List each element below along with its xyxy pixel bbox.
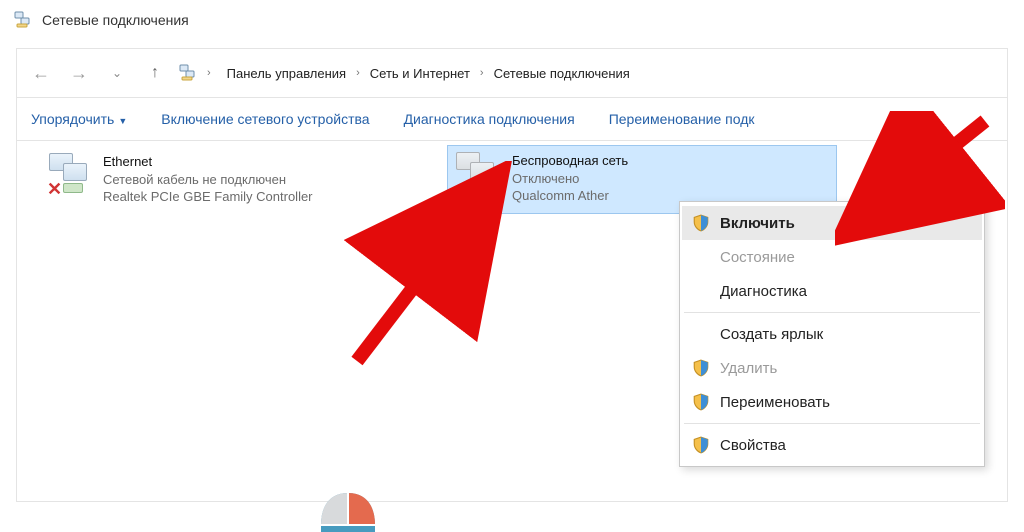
address-bar: ← → ⌄ ↑ › Панель управления › Сеть и Инт… — [16, 48, 1008, 98]
adapter-status: Сетевой кабель не подключен — [103, 171, 313, 189]
menu-item-properties[interactable]: Свойства — [682, 428, 982, 462]
blank-icon — [692, 248, 710, 266]
titlebar: Сетевые подключения — [0, 0, 1024, 40]
menu-item-create-shortcut[interactable]: Создать ярлык — [682, 317, 982, 351]
shield-icon — [692, 393, 710, 411]
diagnose-connection-button[interactable]: Диагностика подключения — [404, 111, 575, 127]
network-connections-icon — [14, 11, 32, 29]
error-x-icon: ✕ — [47, 179, 62, 200]
command-bar: Упорядочить ▼ Включение сетевого устройст… — [16, 98, 1008, 141]
adapter-status: Отключено — [512, 170, 628, 188]
blank-icon — [692, 325, 710, 343]
organize-menu[interactable]: Упорядочить ▼ — [31, 111, 127, 127]
window: Сетевые подключения ← → ⌄ ↑ › Панель упр… — [0, 0, 1024, 532]
wifi-adapter-icon — [456, 152, 500, 192]
menu-item-label: Создать ярлык — [720, 326, 823, 343]
context-menu: Включить Состояние Диагностика Создать я… — [679, 201, 985, 467]
mouse-right-click-icon — [317, 491, 379, 532]
chevron-down-icon: ▼ — [118, 116, 127, 126]
adapter-name: Беспроводная сеть — [512, 152, 628, 170]
breadcrumb-item[interactable]: Сеть и Интернет — [368, 64, 472, 83]
ethernet-adapter-icon: ✕ — [49, 153, 91, 193]
breadcrumb-item[interactable]: Сетевые подключения — [492, 64, 632, 83]
shield-icon — [692, 214, 710, 232]
menu-separator — [684, 423, 980, 424]
adapter-ethernet[interactable]: ✕ Ethernet Сетевой кабель не подключен R… — [41, 147, 449, 214]
window-title: Сетевые подключения — [42, 12, 189, 28]
back-button[interactable]: ← — [27, 59, 55, 87]
menu-item-label: Состояние — [720, 249, 795, 266]
organize-label: Упорядочить — [31, 111, 114, 127]
chevron-right-icon[interactable]: › — [480, 67, 484, 79]
menu-item-label: Диагностика — [720, 283, 807, 300]
menu-item-diagnostics[interactable]: Диагностика — [682, 274, 982, 308]
adapter-device: Realtek PCIe GBE Family Controller — [103, 188, 313, 206]
menu-item-delete: Удалить — [682, 351, 982, 385]
menu-item-label: Удалить — [720, 360, 777, 377]
breadcrumb-item[interactable]: Панель управления — [225, 64, 348, 83]
enable-device-button[interactable]: Включение сетевого устройства — [161, 111, 369, 127]
menu-item-label: Включить — [720, 215, 795, 232]
shield-icon — [692, 436, 710, 454]
chevron-right-icon[interactable]: › — [207, 67, 211, 79]
chevron-right-icon[interactable]: › — [356, 67, 360, 79]
adapter-name: Ethernet — [103, 153, 313, 171]
menu-item-label: Свойства — [720, 437, 786, 454]
forward-button[interactable]: → — [65, 59, 93, 87]
rename-connection-button[interactable]: Переименование подк — [609, 111, 755, 127]
menu-item-rename[interactable]: Переименовать — [682, 385, 982, 419]
blank-icon — [692, 282, 710, 300]
recent-locations-button[interactable]: ⌄ — [103, 59, 131, 87]
menu-separator — [684, 312, 980, 313]
shield-icon — [692, 359, 710, 377]
menu-item-enable[interactable]: Включить — [682, 206, 982, 240]
menu-item-status: Состояние — [682, 240, 982, 274]
breadcrumb: Панель управления › Сеть и Интернет › Се… — [225, 64, 632, 83]
connections-pane[interactable]: ✕ Ethernet Сетевой кабель не подключен R… — [16, 141, 1008, 502]
adapter-device: Qualcomm Ather — [512, 187, 628, 205]
breadcrumb-icon — [179, 64, 197, 82]
menu-item-label: Переименовать — [720, 394, 830, 411]
up-button[interactable]: ↑ — [141, 59, 169, 87]
